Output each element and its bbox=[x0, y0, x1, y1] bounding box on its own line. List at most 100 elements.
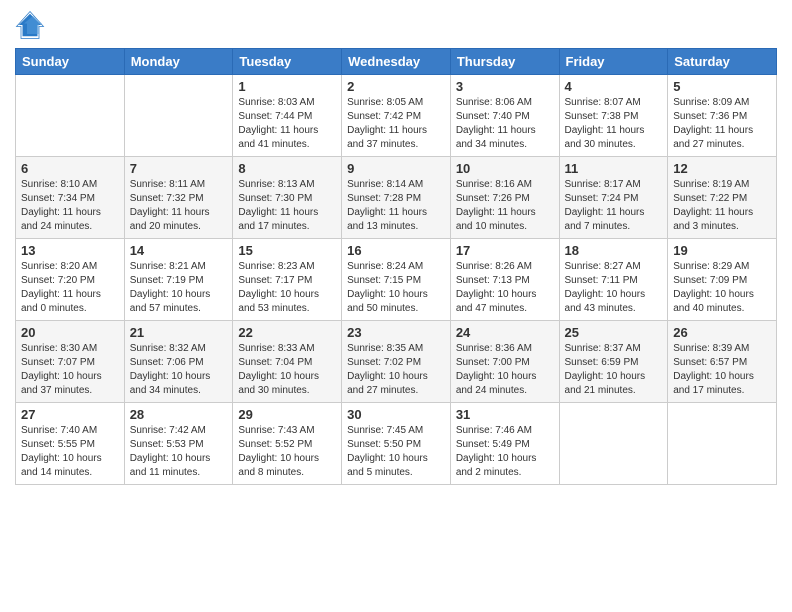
header-monday: Monday bbox=[124, 49, 233, 75]
day-number: 1 bbox=[238, 79, 336, 94]
day-info: Sunrise: 8:13 AM Sunset: 7:30 PM Dayligh… bbox=[238, 178, 336, 234]
day-info: Sunrise: 8:21 AM Sunset: 7:19 PM Dayligh… bbox=[130, 260, 228, 316]
day-number: 16 bbox=[347, 243, 445, 258]
cell-0-4: 3 Sunrise: 8:06 AM Sunset: 7:40 PM Daylig… bbox=[450, 75, 559, 157]
day-info: Sunrise: 8:10 AM Sunset: 7:34 PM Dayligh… bbox=[21, 178, 119, 234]
day-number: 5 bbox=[673, 79, 771, 94]
week-row-5: 27Sunrise: 7:40 AM Sunset: 5:55 PM Dayli… bbox=[16, 403, 777, 485]
day-number: 7 bbox=[130, 161, 228, 176]
day-info: Sunrise: 8:16 AM Sunset: 7:26 PM Dayligh… bbox=[456, 178, 554, 234]
cell-0-2: 1 Sunrise: 8:03 AM Sunset: 7:44 PM Daylig… bbox=[233, 75, 342, 157]
cell-1-0: 6Sunrise: 8:10 AM Sunset: 7:34 PM Daylig… bbox=[16, 157, 125, 239]
cell-0-1 bbox=[124, 75, 233, 157]
cell-3-0: 20 Sunrise: 8:30 AM Sunset: 7:07 PM Dayli… bbox=[16, 321, 125, 403]
cell-2-5: 18 Sunrise: 8:27 AM Sunset: 7:11 PM Dayli… bbox=[559, 239, 668, 321]
day-info: Sunrise: 7:45 AM Sunset: 5:50 PM Dayligh… bbox=[347, 424, 445, 480]
day-info: Sunrise: 7:40 AM Sunset: 5:55 PM Dayligh… bbox=[21, 424, 119, 480]
cell-3-4: 24 Sunrise: 8:36 AM Sunset: 7:00 PM Dayli… bbox=[450, 321, 559, 403]
cell-3-2: 22 Sunrise: 8:33 AM Sunset: 7:04 PM Dayli… bbox=[233, 321, 342, 403]
day-number: 30 bbox=[347, 407, 445, 422]
cell-3-5: 25Sunrise: 8:37 AM Sunset: 6:59 PM Dayli… bbox=[559, 321, 668, 403]
header-sunday: Sunday bbox=[16, 49, 125, 75]
day-info: Sunrise: 7:43 AM Sunset: 5:52 PM Dayligh… bbox=[238, 424, 336, 480]
cell-4-6 bbox=[668, 403, 777, 485]
day-number: 17 bbox=[456, 243, 554, 258]
cell-0-6: 5 Sunrise: 8:09 AM Sunset: 7:36 PM Daylig… bbox=[668, 75, 777, 157]
day-info: Sunrise: 8:35 AM Sunset: 7:02 PM Dayligh… bbox=[347, 342, 445, 398]
day-number: 4 bbox=[565, 79, 663, 94]
header-tuesday: Tuesday bbox=[233, 49, 342, 75]
day-number: 13 bbox=[21, 243, 119, 258]
day-number: 19 bbox=[673, 243, 771, 258]
day-info: Sunrise: 8:05 AM Sunset: 7:42 PM Dayligh… bbox=[347, 96, 445, 152]
day-number: 9 bbox=[347, 161, 445, 176]
day-info: Sunrise: 8:27 AM Sunset: 7:11 PM Dayligh… bbox=[565, 260, 663, 316]
day-number: 26 bbox=[673, 325, 771, 340]
day-number: 3 bbox=[456, 79, 554, 94]
day-number: 24 bbox=[456, 325, 554, 340]
cell-1-6: 12 Sunrise: 8:19 AM Sunset: 7:22 PM Dayli… bbox=[668, 157, 777, 239]
day-info: Sunrise: 8:30 AM Sunset: 7:07 PM Dayligh… bbox=[21, 342, 119, 398]
day-info: Sunrise: 8:26 AM Sunset: 7:13 PM Dayligh… bbox=[456, 260, 554, 316]
day-info: Sunrise: 8:06 AM Sunset: 7:40 PM Dayligh… bbox=[456, 96, 554, 152]
day-info: Sunrise: 8:09 AM Sunset: 7:36 PM Dayligh… bbox=[673, 96, 771, 152]
cell-3-1: 21Sunrise: 8:32 AM Sunset: 7:06 PM Dayli… bbox=[124, 321, 233, 403]
day-info: Sunrise: 8:24 AM Sunset: 7:15 PM Dayligh… bbox=[347, 260, 445, 316]
calendar-table: Sunday Monday Tuesday Wednesday Thursday… bbox=[15, 48, 777, 485]
day-number: 11 bbox=[565, 161, 663, 176]
day-info: Sunrise: 7:46 AM Sunset: 5:49 PM Dayligh… bbox=[456, 424, 554, 480]
cell-2-1: 14 Sunrise: 8:21 AM Sunset: 7:19 PM Dayli… bbox=[124, 239, 233, 321]
cell-0-0 bbox=[16, 75, 125, 157]
day-info: Sunrise: 7:42 AM Sunset: 5:53 PM Dayligh… bbox=[130, 424, 228, 480]
cell-0-5: 4 Sunrise: 8:07 AM Sunset: 7:38 PM Daylig… bbox=[559, 75, 668, 157]
logo bbox=[15, 10, 49, 40]
day-number: 14 bbox=[130, 243, 228, 258]
cell-4-4: 31 Sunrise: 7:46 AM Sunset: 5:49 PM Dayli… bbox=[450, 403, 559, 485]
cell-4-3: 30 Sunrise: 7:45 AM Sunset: 5:50 PM Dayli… bbox=[342, 403, 451, 485]
calendar-page: Sunday Monday Tuesday Wednesday Thursday… bbox=[0, 0, 792, 612]
header-saturday: Saturday bbox=[668, 49, 777, 75]
cell-1-5: 11 Sunrise: 8:17 AM Sunset: 7:24 PM Dayli… bbox=[559, 157, 668, 239]
cell-4-1: 28 Sunrise: 7:42 AM Sunset: 5:53 PM Dayli… bbox=[124, 403, 233, 485]
week-row-4: 20 Sunrise: 8:30 AM Sunset: 7:07 PM Dayli… bbox=[16, 321, 777, 403]
cell-1-3: 9 Sunrise: 8:14 AM Sunset: 7:28 PM Daylig… bbox=[342, 157, 451, 239]
day-number: 12 bbox=[673, 161, 771, 176]
cell-4-0: 27Sunrise: 7:40 AM Sunset: 5:55 PM Dayli… bbox=[16, 403, 125, 485]
day-number: 22 bbox=[238, 325, 336, 340]
cell-4-2: 29 Sunrise: 7:43 AM Sunset: 5:52 PM Dayli… bbox=[233, 403, 342, 485]
header-friday: Friday bbox=[559, 49, 668, 75]
day-number: 2 bbox=[347, 79, 445, 94]
day-info: Sunrise: 8:07 AM Sunset: 7:38 PM Dayligh… bbox=[565, 96, 663, 152]
cell-2-2: 15Sunrise: 8:23 AM Sunset: 7:17 PM Dayli… bbox=[233, 239, 342, 321]
cell-2-4: 17 Sunrise: 8:26 AM Sunset: 7:13 PM Dayli… bbox=[450, 239, 559, 321]
cell-1-1: 7Sunrise: 8:11 AM Sunset: 7:32 PM Daylig… bbox=[124, 157, 233, 239]
day-number: 29 bbox=[238, 407, 336, 422]
week-row-1: 1 Sunrise: 8:03 AM Sunset: 7:44 PM Daylig… bbox=[16, 75, 777, 157]
day-info: Sunrise: 8:03 AM Sunset: 7:44 PM Dayligh… bbox=[238, 96, 336, 152]
header-wednesday: Wednesday bbox=[342, 49, 451, 75]
week-row-3: 13 Sunrise: 8:20 AM Sunset: 7:20 PM Dayli… bbox=[16, 239, 777, 321]
day-number: 20 bbox=[21, 325, 119, 340]
cell-2-3: 16 Sunrise: 8:24 AM Sunset: 7:15 PM Dayli… bbox=[342, 239, 451, 321]
day-number: 15 bbox=[238, 243, 336, 258]
logo-icon bbox=[15, 10, 45, 40]
cell-1-2: 8 Sunrise: 8:13 AM Sunset: 7:30 PM Daylig… bbox=[233, 157, 342, 239]
day-info: Sunrise: 8:20 AM Sunset: 7:20 PM Dayligh… bbox=[21, 260, 119, 316]
day-info: Sunrise: 8:17 AM Sunset: 7:24 PM Dayligh… bbox=[565, 178, 663, 234]
cell-3-3: 23 Sunrise: 8:35 AM Sunset: 7:02 PM Dayli… bbox=[342, 321, 451, 403]
header bbox=[15, 10, 777, 40]
day-number: 23 bbox=[347, 325, 445, 340]
day-number: 28 bbox=[130, 407, 228, 422]
day-info: Sunrise: 8:19 AM Sunset: 7:22 PM Dayligh… bbox=[673, 178, 771, 234]
week-row-2: 6Sunrise: 8:10 AM Sunset: 7:34 PM Daylig… bbox=[16, 157, 777, 239]
cell-3-6: 26 Sunrise: 8:39 AM Sunset: 6:57 PM Dayli… bbox=[668, 321, 777, 403]
cell-0-3: 2 Sunrise: 8:05 AM Sunset: 7:42 PM Daylig… bbox=[342, 75, 451, 157]
day-info: Sunrise: 8:33 AM Sunset: 7:04 PM Dayligh… bbox=[238, 342, 336, 398]
cell-4-5 bbox=[559, 403, 668, 485]
day-info: Sunrise: 8:39 AM Sunset: 6:57 PM Dayligh… bbox=[673, 342, 771, 398]
day-number: 31 bbox=[456, 407, 554, 422]
day-number: 8 bbox=[238, 161, 336, 176]
day-number: 18 bbox=[565, 243, 663, 258]
day-info: Sunrise: 8:14 AM Sunset: 7:28 PM Dayligh… bbox=[347, 178, 445, 234]
day-info: Sunrise: 8:36 AM Sunset: 7:00 PM Dayligh… bbox=[456, 342, 554, 398]
